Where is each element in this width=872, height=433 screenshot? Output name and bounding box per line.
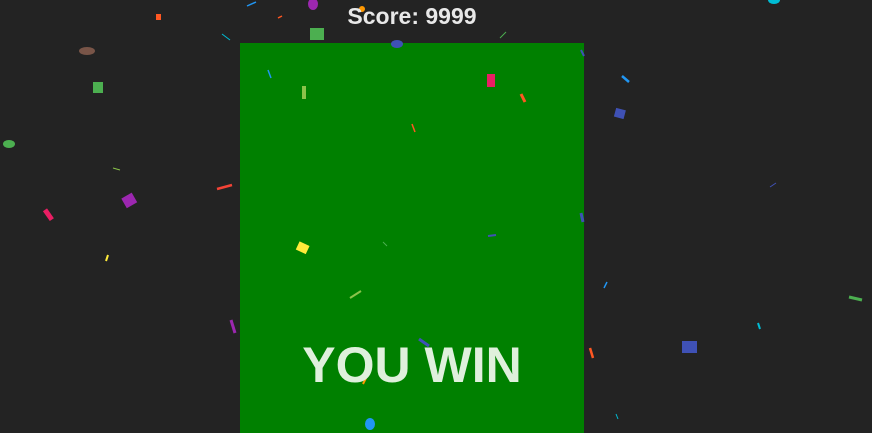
confetti-piece bbox=[621, 75, 630, 83]
confetti-piece bbox=[613, 107, 626, 120]
confetti-piece bbox=[42, 208, 54, 222]
confetti-piece bbox=[221, 33, 231, 41]
confetti-piece bbox=[603, 281, 608, 289]
confetti-piece bbox=[757, 322, 761, 330]
confetti-piece bbox=[112, 167, 121, 171]
confetti-piece bbox=[682, 341, 697, 353]
score-display: Score: 9999 bbox=[347, 3, 477, 29]
confetti-piece bbox=[105, 254, 109, 262]
confetti-piece bbox=[216, 183, 233, 191]
win-message: YOU WIN bbox=[302, 337, 522, 393]
confetti-piece bbox=[79, 47, 95, 55]
game-stage: Score: 9999 YOU WIN bbox=[0, 0, 872, 433]
confetti-piece bbox=[615, 413, 619, 420]
confetti-piece bbox=[588, 347, 595, 359]
confetti-piece bbox=[93, 82, 103, 93]
confetti-piece bbox=[848, 295, 863, 302]
confetti-piece bbox=[769, 182, 777, 188]
confetti-piece bbox=[3, 140, 15, 148]
confetti-piece bbox=[121, 192, 138, 209]
confetti-piece bbox=[499, 31, 507, 39]
confetti-piece bbox=[229, 319, 237, 334]
